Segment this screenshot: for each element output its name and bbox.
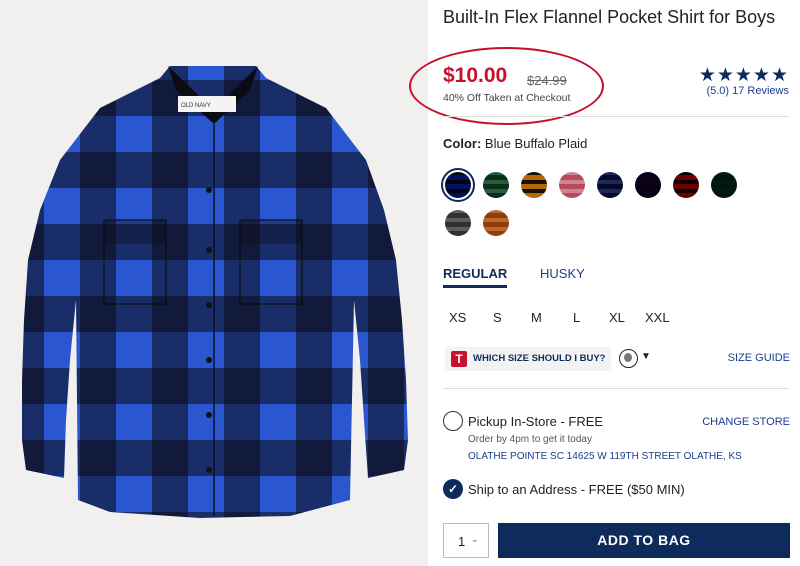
- change-store-link[interactable]: CHANGE STORE: [702, 416, 790, 428]
- tab-husky[interactable]: HUSKY: [540, 266, 585, 281]
- ship-selected-check-icon[interactable]: ✓: [443, 479, 463, 499]
- color-swatch[interactable]: [441, 168, 475, 202]
- pickup-radio[interactable]: [443, 411, 463, 431]
- divider: [443, 388, 789, 389]
- pickup-label[interactable]: Pickup In-Store - FREE: [468, 414, 603, 429]
- color-swatch[interactable]: [711, 172, 737, 198]
- add-to-bag-button[interactable]: ADD TO BAG: [498, 523, 790, 558]
- size-guide-link[interactable]: SIZE GUIDE: [728, 352, 790, 364]
- size-xl[interactable]: XL: [609, 310, 625, 325]
- store-address-link[interactable]: OLATHE POINTE SC 14625 W 119TH STREET OL…: [468, 451, 742, 462]
- which-size-label: WHICH SIZE SHOULD I BUY?: [473, 353, 606, 364]
- color-swatch[interactable]: [483, 210, 509, 236]
- color-swatch[interactable]: [635, 172, 661, 198]
- avatar-icon[interactable]: [619, 349, 638, 368]
- discount-note: 40% Off Taken at Checkout: [443, 92, 571, 104]
- which-size-button[interactable]: T WHICH SIZE SHOULD I BUY?: [445, 347, 611, 371]
- color-swatch[interactable]: [521, 172, 547, 198]
- color-swatch[interactable]: [673, 172, 699, 198]
- size-l[interactable]: L: [573, 310, 580, 325]
- product-info-panel: Built-In Flex Flannel Pocket Shirt for B…: [409, 0, 793, 566]
- tab-regular[interactable]: REGULAR: [443, 266, 507, 281]
- reviews-link[interactable]: (5.0) 17 Reviews: [706, 85, 789, 97]
- sale-price: $10.00: [443, 64, 508, 87]
- ship-label[interactable]: Ship to an Address - FREE ($50 MIN): [468, 482, 685, 497]
- size-xs[interactable]: XS: [449, 310, 466, 325]
- original-price: $24.99: [527, 73, 567, 88]
- color-swatch[interactable]: [445, 210, 471, 236]
- quantity-select[interactable]: 1 ⌄: [443, 523, 489, 558]
- color-label: Color: Blue Buffalo Plaid: [443, 136, 587, 151]
- size-m[interactable]: M: [531, 310, 542, 325]
- color-value: Blue Buffalo Plaid: [484, 136, 588, 151]
- color-swatch[interactable]: [559, 172, 585, 198]
- true-fit-logo-icon: T: [451, 351, 467, 367]
- flannel-shirt-image: OLD NAVY: [22, 66, 408, 518]
- color-swatch[interactable]: [597, 172, 623, 198]
- chevron-down-icon: ⌄: [471, 534, 479, 544]
- rating-stars-icon[interactable]: ★★★★★: [699, 64, 789, 87]
- order-by-note: Order by 4pm to get it today: [468, 434, 592, 445]
- product-image[interactable]: OLD NAVY: [0, 0, 428, 566]
- price-block: $10.00 $24.99 40% Off Taken at Checkout …: [409, 47, 793, 125]
- shirt-tag-text: OLD NAVY: [181, 103, 211, 109]
- caret-down-icon[interactable]: ▼: [641, 351, 651, 362]
- divider: [443, 116, 789, 117]
- product-title: Built-In Flex Flannel Pocket Shirt for B…: [443, 7, 776, 27]
- color-swatch[interactable]: [483, 172, 509, 198]
- color-label-key: Color:: [443, 136, 482, 151]
- size-xxl[interactable]: XXL: [645, 310, 670, 325]
- tab-active-indicator: [443, 285, 507, 288]
- quantity-value: 1: [458, 534, 466, 549]
- size-s[interactable]: S: [493, 310, 502, 325]
